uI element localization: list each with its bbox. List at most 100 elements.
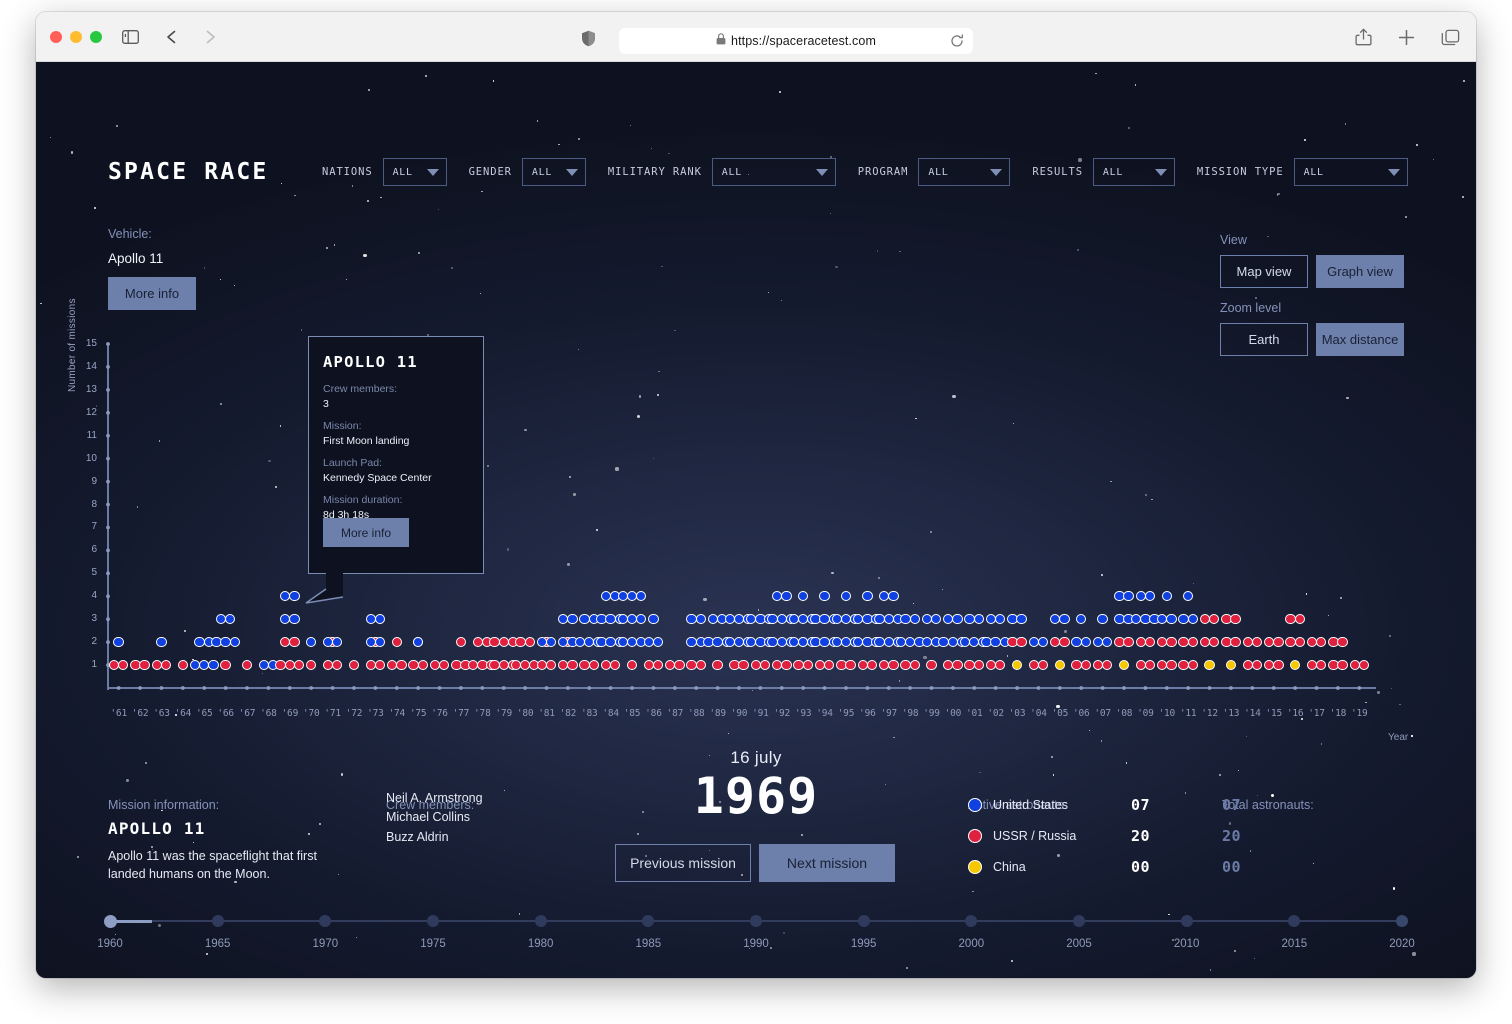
mission-dot-ussr[interactable] [1337,659,1348,671]
mission-dot-usa[interactable] [567,614,578,625]
close-window-button[interactable] [50,31,62,43]
reload-icon[interactable] [950,34,964,53]
mission-dot-ussr[interactable] [1294,614,1305,625]
mission-dot-china[interactable] [1011,659,1023,671]
mission-dot-ussr[interactable] [1230,614,1241,625]
mission-dot-ussr[interactable] [524,636,535,648]
legend-row[interactable]: China [968,851,1083,882]
mission-dot-ussr[interactable] [289,636,300,648]
filter-select[interactable]: ALL [1092,158,1175,186]
mission-dot-usa[interactable] [973,614,985,625]
mission-dot-ussr[interactable] [1208,614,1220,625]
mission-dot-china[interactable] [1118,659,1130,671]
mission-dot-ussr[interactable] [926,659,937,671]
mission-dot-usa[interactable] [1123,591,1134,602]
mission-dot-usa[interactable] [289,591,300,602]
mission-dot-ussr[interactable] [220,659,231,671]
mission-dot-ussr[interactable] [802,659,813,671]
mission-dot-ussr[interactable] [738,659,749,671]
mission-dot-ussr[interactable] [781,659,792,671]
mission-dot-usa[interactable] [374,636,386,648]
mission-dot-china[interactable] [1054,659,1066,671]
share-icon[interactable] [1355,28,1372,51]
mission-dot-ussr[interactable] [391,636,402,648]
mission-dot-usa[interactable] [306,636,317,648]
mission-dot-usa[interactable] [781,591,792,602]
mission-dot-ussr[interactable] [845,659,856,671]
mission-dot-ussr[interactable] [1123,636,1134,648]
timeline-node[interactable] [427,915,439,927]
timeline-node[interactable] [319,915,332,927]
mission-dot-usa[interactable] [1144,591,1156,602]
mission-dot-ussr[interactable] [652,659,664,671]
mission-dot-ussr[interactable] [1016,636,1027,648]
mission-dot-usa[interactable] [819,591,830,602]
chevron-down-icon[interactable] [565,168,578,176]
filter-mission-type[interactable]: MISSION TYPE ALL [1197,158,1408,186]
mission-dot-ussr[interactable] [1337,636,1348,648]
mission-dot-usa[interactable] [225,614,236,625]
sidebar-toggle-icon[interactable] [122,30,139,49]
mission-dot-ussr[interactable] [417,659,428,671]
mission-dot-ussr[interactable] [1144,636,1156,648]
mission-dot-ussr[interactable] [1251,636,1263,648]
chevron-down-icon[interactable] [426,168,439,176]
zoom-max-distance-button[interactable]: Max distance [1316,323,1404,356]
mission-dot-ussr[interactable] [293,659,305,671]
previous-mission-button[interactable]: Previous mission [615,844,751,882]
mission-dot-ussr[interactable] [588,659,600,671]
timeline-node[interactable] [965,915,978,927]
mission-dot-usa[interactable] [229,636,241,648]
mission-dot-usa[interactable] [840,591,852,602]
window-traffic-lights[interactable] [50,31,102,43]
mission-dot-ussr[interactable] [139,659,150,671]
mission-dot-ussr[interactable] [674,659,685,671]
mission-dot-ussr[interactable] [241,659,253,671]
chevron-down-icon[interactable] [1154,168,1167,176]
mission-dot-ussr[interactable] [695,659,706,671]
next-mission-button[interactable]: Next mission [759,844,895,882]
tooltip-more-info-button[interactable]: More info [323,518,409,547]
timeline-node[interactable] [1180,915,1193,927]
mission-dot-usa[interactable] [1161,591,1172,602]
mission-dot-usa[interactable] [909,614,920,625]
mission-dot-ussr[interactable] [1037,659,1049,671]
mission-dot-ussr[interactable] [1315,636,1327,648]
chevron-down-icon[interactable] [815,168,828,176]
mission-dot-usa[interactable] [1166,614,1177,625]
mission-dot-ussr[interactable] [306,659,317,671]
mission-dot-ussr[interactable] [610,659,621,671]
mission-dot-ussr[interactable] [909,659,920,671]
mission-dot-usa[interactable] [113,636,124,648]
mission-dot-usa[interactable] [1097,614,1108,625]
mission-dot-usa[interactable] [1187,614,1198,625]
graph-view-button[interactable]: Graph view [1316,255,1404,288]
timeline-node[interactable] [211,915,224,927]
mission-dot-usa[interactable] [331,636,343,648]
filter-select[interactable]: ALL [382,158,447,186]
mission-dot-ussr[interactable] [1102,659,1113,671]
mission-dot-ussr[interactable] [177,659,189,671]
mission-dot-usa[interactable] [636,591,647,602]
filter-program[interactable]: PROGRAM ALL [858,158,1011,186]
mission-dot-usa[interactable] [862,591,873,602]
mission-dot-usa[interactable] [1080,636,1092,648]
filter-select[interactable]: ALL [1293,158,1408,186]
maximize-window-button[interactable] [90,31,102,43]
mission-dot-usa[interactable] [545,636,557,648]
timeline-node[interactable] [1073,915,1085,927]
mission-dot-usa[interactable] [995,614,1006,625]
vehicle-more-info-button[interactable]: More info [108,277,196,310]
mission-dot-usa[interactable] [289,614,300,625]
filter-military-rank[interactable]: MILITARY RANK ALL [608,158,836,186]
timeline-node[interactable] [750,915,762,927]
map-view-button[interactable]: Map view [1220,255,1308,288]
legend-row[interactable]: United States [968,789,1083,820]
mission-dot-ussr[interactable] [1080,659,1092,671]
back-icon[interactable] [164,29,180,50]
mission-dot-ussr[interactable] [396,659,407,671]
mission-dot-usa[interactable] [648,614,659,625]
mission-dot-usa[interactable] [374,614,386,625]
mission-dot-usa[interactable] [1059,614,1070,625]
url-bar[interactable]: https://spaceracetest.com [619,28,973,54]
